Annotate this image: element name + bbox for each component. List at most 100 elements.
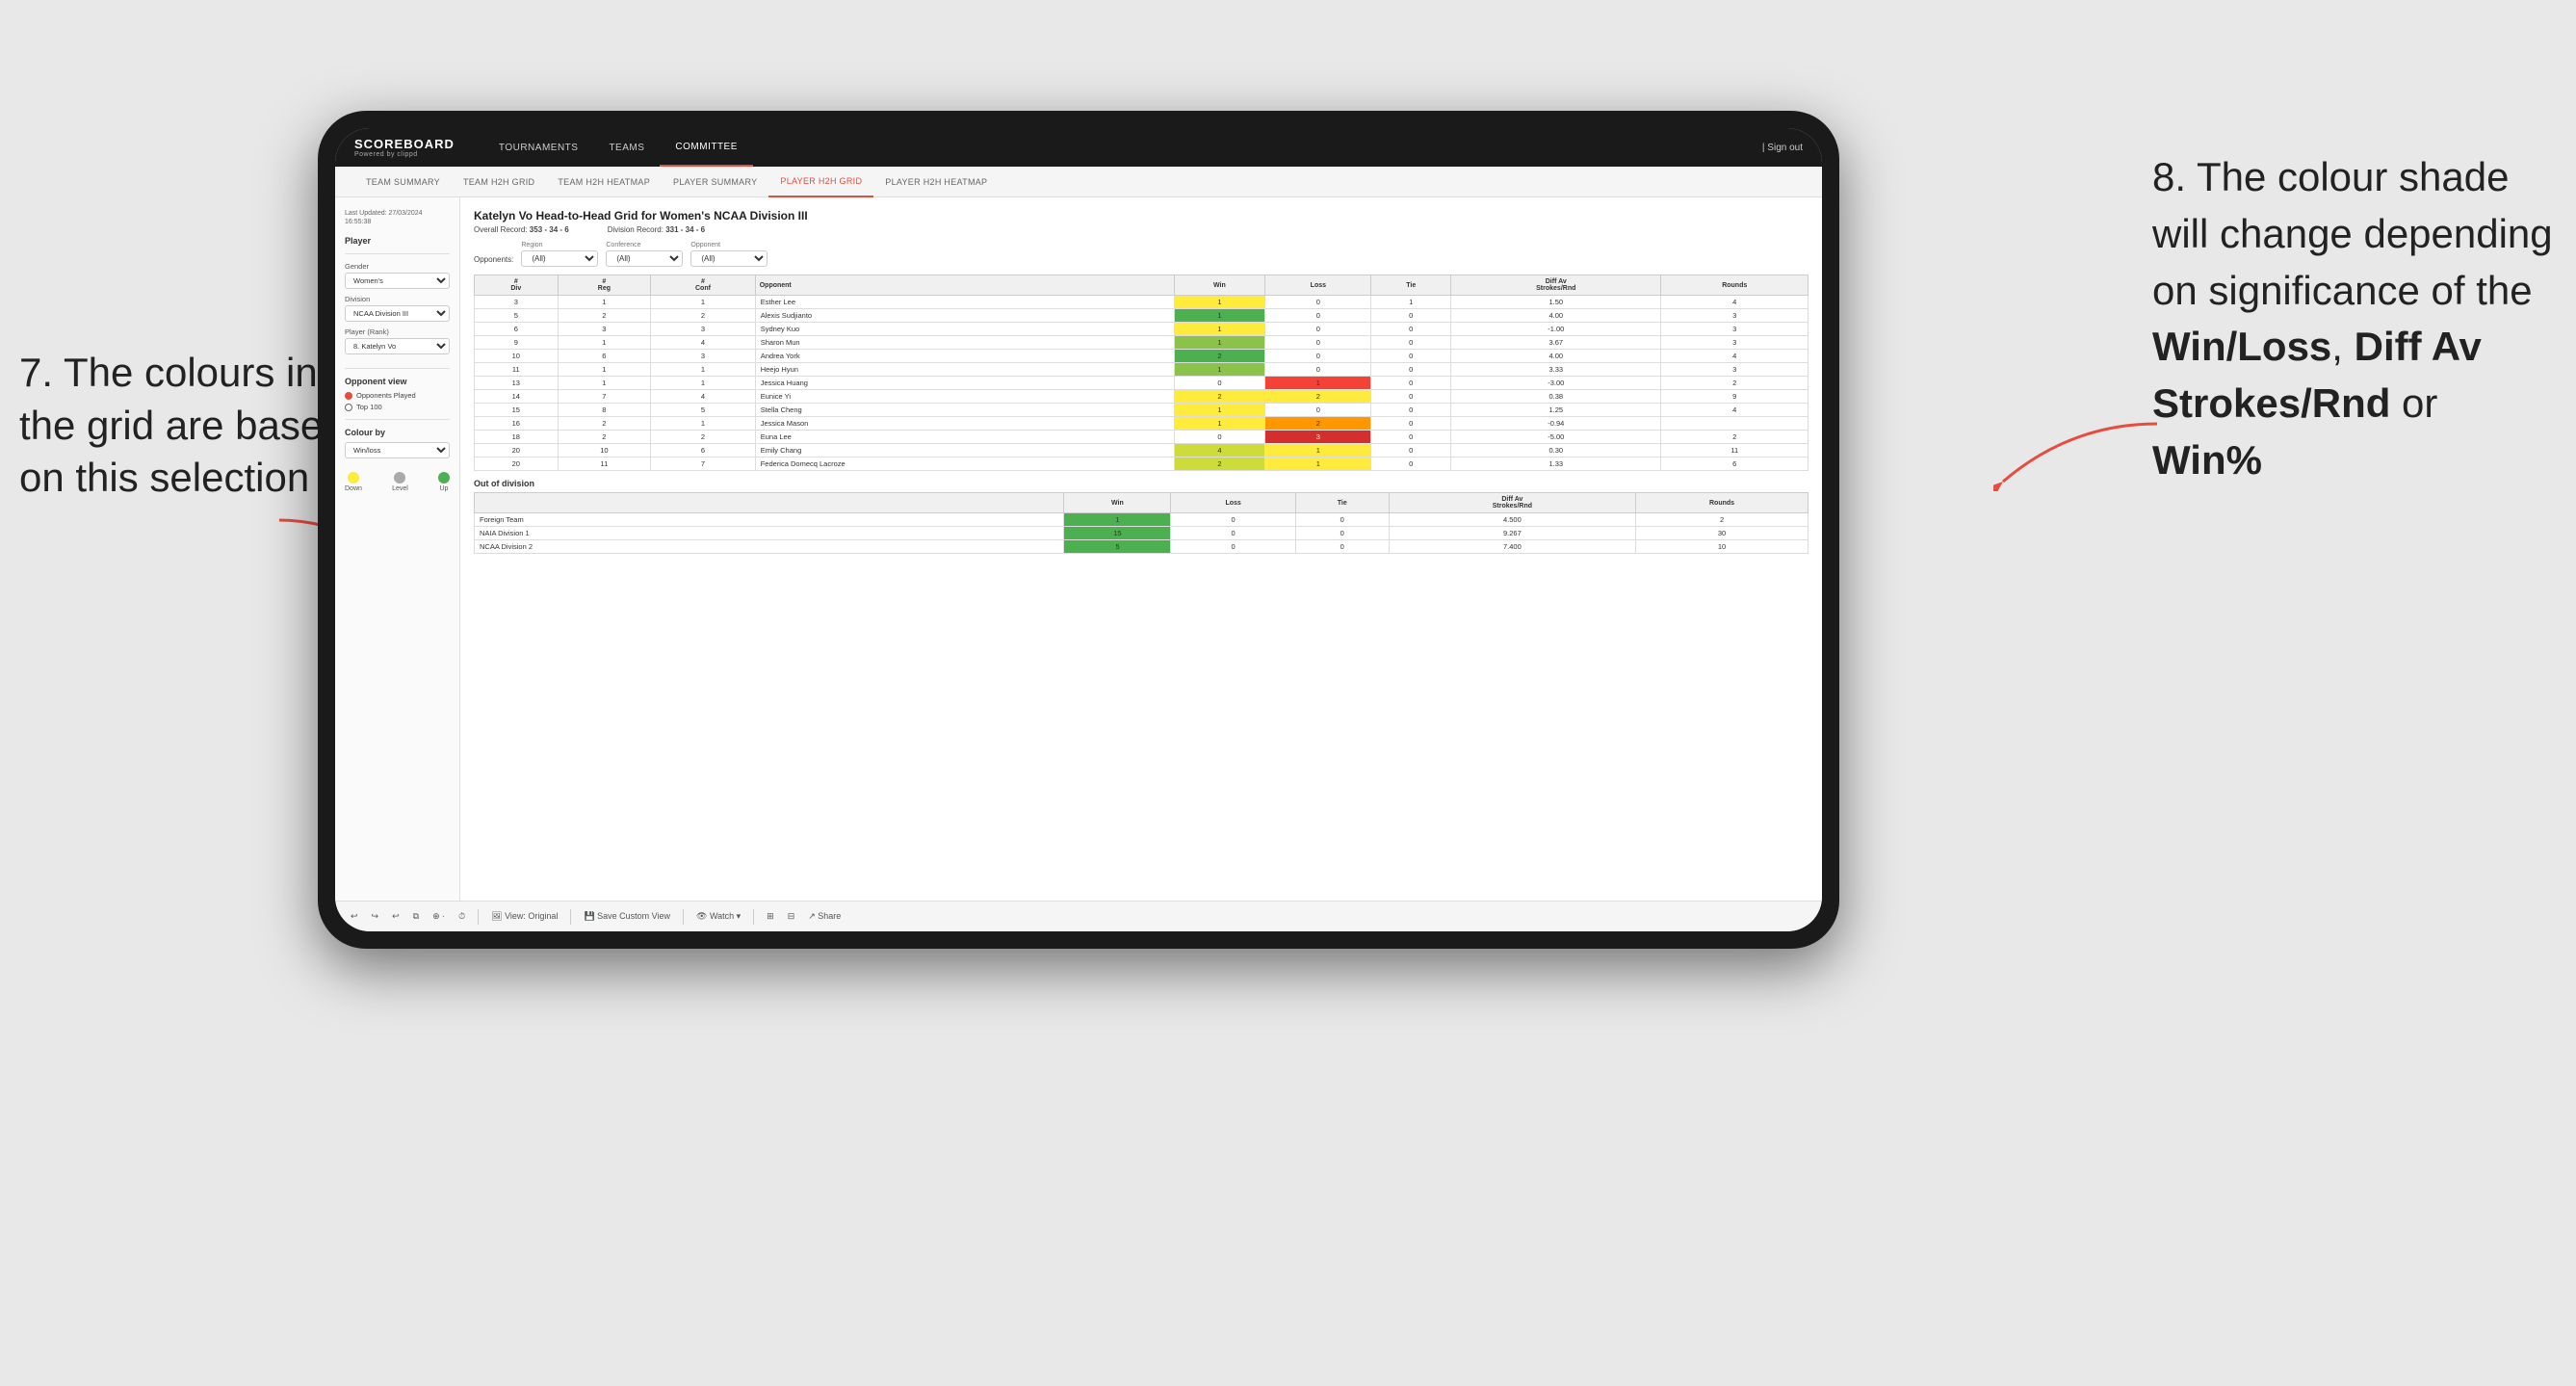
nav-sign-in[interactable]: | Sign out — [1762, 143, 1803, 153]
col-div: #Div — [475, 275, 559, 296]
filter-region-group: Region (All) — [521, 242, 598, 267]
radio-top100[interactable]: Top 100 — [345, 403, 450, 411]
grid-title: Katelyn Vo Head-to-Head Grid for Women's… — [474, 209, 1808, 222]
toolbar-divider-4 — [753, 909, 754, 925]
col-tie: Tie — [1371, 275, 1451, 296]
annotation-left: 7. The colours in the grid are based on … — [19, 347, 347, 505]
toolbar-watch[interactable]: 👁 Watch ▾ — [692, 909, 744, 924]
main-table: #Div #Reg #Conf Opponent Win Loss Tie Di… — [474, 275, 1808, 471]
table-row: Foreign Team 1 0 0 4.500 2 — [475, 513, 1808, 527]
toolbar-save-custom[interactable]: 💾 Save Custom View — [580, 909, 674, 924]
sidebar-division-select[interactable]: NCAA Division III — [345, 305, 450, 322]
toolbar-paste[interactable]: ⊕ · — [429, 909, 449, 924]
sidebar: Last Updated: 27/03/202416:55:38 Player … — [335, 197, 460, 901]
nav-tournaments[interactable]: TOURNAMENTS — [483, 128, 594, 167]
subnav-team-h2h-heatmap[interactable]: TEAM H2H HEATMAP — [546, 167, 662, 197]
table-row: 1621 Jessica Mason 1 2 0 -0.94 — [475, 417, 1808, 431]
out-of-division-table: Win Loss Tie Diff AvStrokes/Rnd Rounds F… — [474, 492, 1808, 554]
radio-opponents-played[interactable]: Opponents Played — [345, 391, 450, 400]
table-row: 1822 Euna Lee 0 3 0 -5.00 2 — [475, 431, 1808, 444]
legend-dot-level — [394, 472, 405, 484]
sidebar-gender-select[interactable]: Women's — [345, 273, 450, 289]
col-win: Win — [1174, 275, 1265, 296]
opponent-view-title: Opponent view — [345, 377, 450, 386]
toolbar-redo[interactable]: ↪ — [368, 909, 383, 924]
subnav-player-summary[interactable]: PLAYER SUMMARY — [662, 167, 768, 197]
table-row: 1063 Andrea York 2 0 0 4.00 4 — [475, 350, 1808, 363]
filter-conference-select[interactable]: (All) — [606, 250, 683, 267]
annotation-left-line1: 7. The colours in — [19, 350, 318, 395]
toolbar-share[interactable]: ↗ Share — [804, 909, 845, 924]
sidebar-player-rank-label: Player (Rank) — [345, 327, 450, 336]
ood-col-tie: Tie — [1295, 493, 1389, 513]
subnav-player-h2h-grid[interactable]: PLAYER H2H GRID — [768, 167, 873, 197]
legend-level: Level — [392, 472, 408, 492]
sidebar-gender-label: Gender — [345, 262, 450, 271]
table-row: 1111 Heejo Hyun 1 0 0 3.33 3 — [475, 363, 1808, 377]
sub-nav: TEAM SUMMARY TEAM H2H GRID TEAM H2H HEAT… — [335, 167, 1822, 197]
table-row: NAIA Division 1 15 0 0 9.267 30 — [475, 527, 1808, 540]
table-row: NCAA Division 2 5 0 0 7.400 10 — [475, 540, 1808, 554]
content-panel: Katelyn Vo Head-to-Head Grid for Women's… — [460, 197, 1822, 901]
tablet-screen: SCOREBOARD Powered by clippd TOURNAMENTS… — [335, 128, 1822, 931]
legend-dot-down — [348, 472, 359, 484]
table-row: 522 Alexis Sudjianto 1 0 0 4.00 3 — [475, 309, 1808, 323]
legend-text-down: Down — [345, 485, 362, 492]
tablet-frame: SCOREBOARD Powered by clippd TOURNAMENTS… — [318, 111, 1839, 949]
toolbar-divider-2 — [570, 909, 571, 925]
colour-by-select[interactable]: Win/loss — [345, 442, 450, 458]
toolbar-grid[interactable]: ⊟ — [784, 909, 799, 924]
sidebar-player-rank-select[interactable]: 8. Katelyn Vo — [345, 338, 450, 354]
legend-dot-up — [438, 472, 450, 484]
col-loss: Loss — [1265, 275, 1371, 296]
overall-record: Overall Record: 353 - 34 - 6 — [474, 225, 569, 234]
subnav-player-h2h-heatmap[interactable]: PLAYER H2H HEATMAP — [873, 167, 999, 197]
toolbar-view-original[interactable]: 🖼 View: Original — [487, 909, 561, 924]
bottom-toolbar: ↩ ↪ ↩ ⧉ ⊕ · ⏱ 🖼 View: Original 💾 Save Cu… — [335, 901, 1822, 931]
toolbar-undo[interactable]: ↩ — [347, 909, 362, 924]
table-row: 1311 Jessica Huang 0 1 0 -3.00 2 — [475, 377, 1808, 390]
nav-teams[interactable]: TEAMS — [593, 128, 660, 167]
filter-opponent-label: Opponent — [690, 242, 768, 248]
logo-area: SCOREBOARD Powered by clippd — [354, 137, 455, 158]
out-of-division-header: Out of division — [474, 479, 1808, 488]
subnav-team-summary[interactable]: TEAM SUMMARY — [354, 167, 452, 197]
subnav-team-h2h-grid[interactable]: TEAM H2H GRID — [452, 167, 546, 197]
filter-opponent-select[interactable]: (All) — [690, 250, 768, 267]
arrow-right — [1993, 414, 2167, 491]
toolbar-undo2[interactable]: ↩ — [388, 909, 403, 924]
radio-dot-top100 — [345, 404, 352, 411]
logo-text: SCOREBOARD — [354, 137, 455, 151]
filter-region-select[interactable]: (All) — [521, 250, 598, 267]
filter-conference-group: Conference (All) — [606, 242, 683, 267]
toolbar-copy[interactable]: ⧉ — [409, 909, 423, 924]
col-diff: Diff AvStrokes/Rnd — [1451, 275, 1661, 296]
table-row: 1474 Eunice Yi 2 2 0 0.38 9 — [475, 390, 1808, 404]
filter-row: Opponents: Region (All) Conference (All) — [474, 242, 1808, 267]
toolbar-divider-1 — [478, 909, 479, 925]
table-row: 1585 Stella Cheng 1 0 0 1.25 4 — [475, 404, 1808, 417]
radio-label-opponents: Opponents Played — [356, 391, 416, 400]
nav-right: | Sign out — [1762, 143, 1803, 153]
nav-committee[interactable]: COMMITTEE — [660, 128, 753, 167]
table-row: 20106 Emily Chang 4 1 0 0.30 11 — [475, 444, 1808, 458]
sidebar-player-title: Player — [345, 236, 450, 246]
nav-items: TOURNAMENTS TEAMS COMMITTEE — [483, 128, 1762, 167]
annotation-left-line2: the grid are based — [19, 403, 346, 448]
toolbar-layout[interactable]: ⊞ — [763, 909, 778, 924]
table-row: 311 Esther Lee 1 0 1 1.50 4 — [475, 296, 1808, 309]
toolbar-timer[interactable]: ⏱ — [455, 909, 469, 924]
grid-subtitle: Overall Record: 353 - 34 - 6 Division Re… — [474, 225, 1808, 234]
toolbar-divider-3 — [683, 909, 684, 925]
legend-down: Down — [345, 472, 362, 492]
filter-conference-label: Conference — [606, 242, 683, 248]
annotation-left-line3: on this selection — [19, 455, 309, 500]
table-row: 914 Sharon Mun 1 0 0 3.67 3 — [475, 336, 1808, 350]
ood-col-diff: Diff AvStrokes/Rnd — [1389, 493, 1635, 513]
radio-dot-opponents — [345, 392, 352, 400]
filter-region-label: Region — [521, 242, 598, 248]
table-row: 633 Sydney Kuo 1 0 0 -1.00 3 — [475, 323, 1808, 336]
filter-opponent-group: Opponent (All) — [690, 242, 768, 267]
ood-col-win: Win — [1064, 493, 1171, 513]
radio-label-top100: Top 100 — [356, 403, 382, 411]
